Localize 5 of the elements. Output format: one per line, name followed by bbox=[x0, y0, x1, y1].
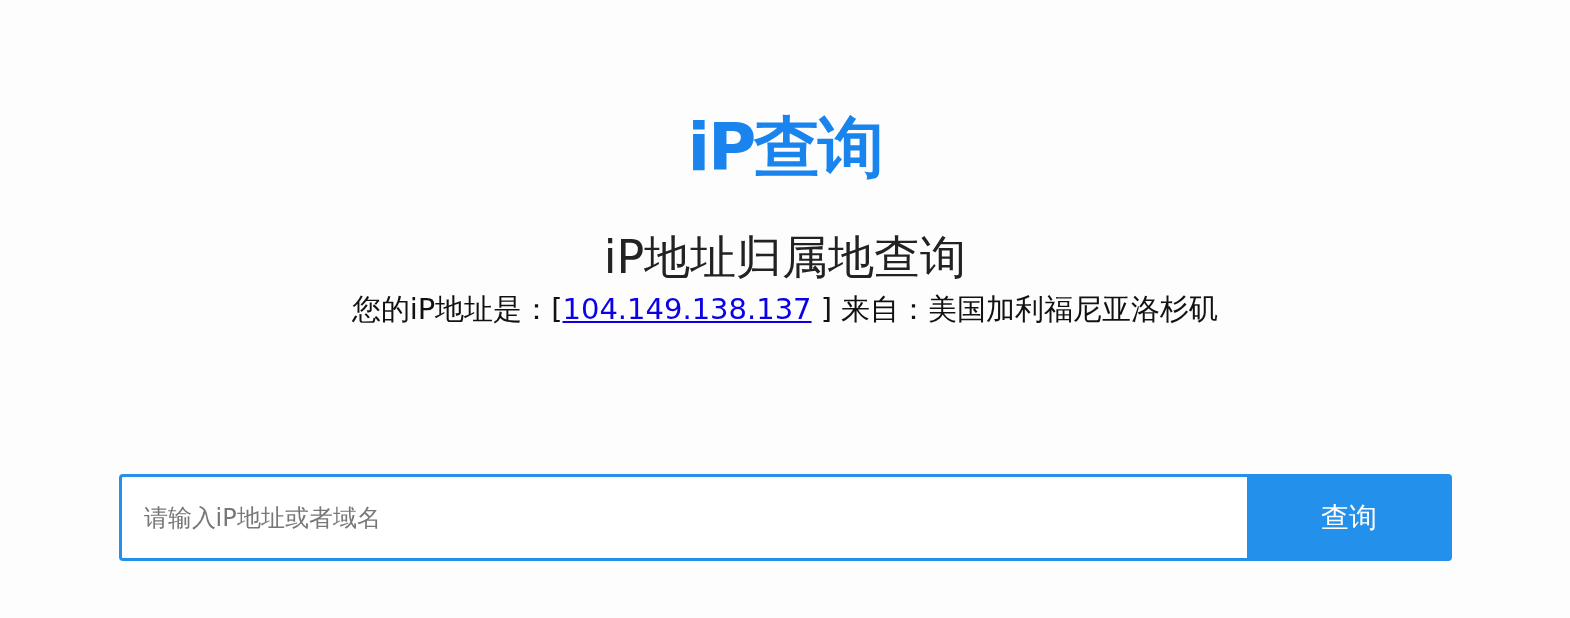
ip-info-text: 您的iP地址是：[104.149.138.137 ] 来自：美国加利福尼亚洛杉矶 bbox=[351, 292, 1219, 326]
page-heading: iP地址归属地查询 bbox=[603, 230, 967, 284]
logo: iP查询 bbox=[687, 108, 883, 188]
ip-address-link[interactable]: 104.149.138.137 bbox=[562, 292, 812, 326]
search-field[interactable]: 请输入iP地址或者域名 bbox=[118, 474, 1247, 561]
